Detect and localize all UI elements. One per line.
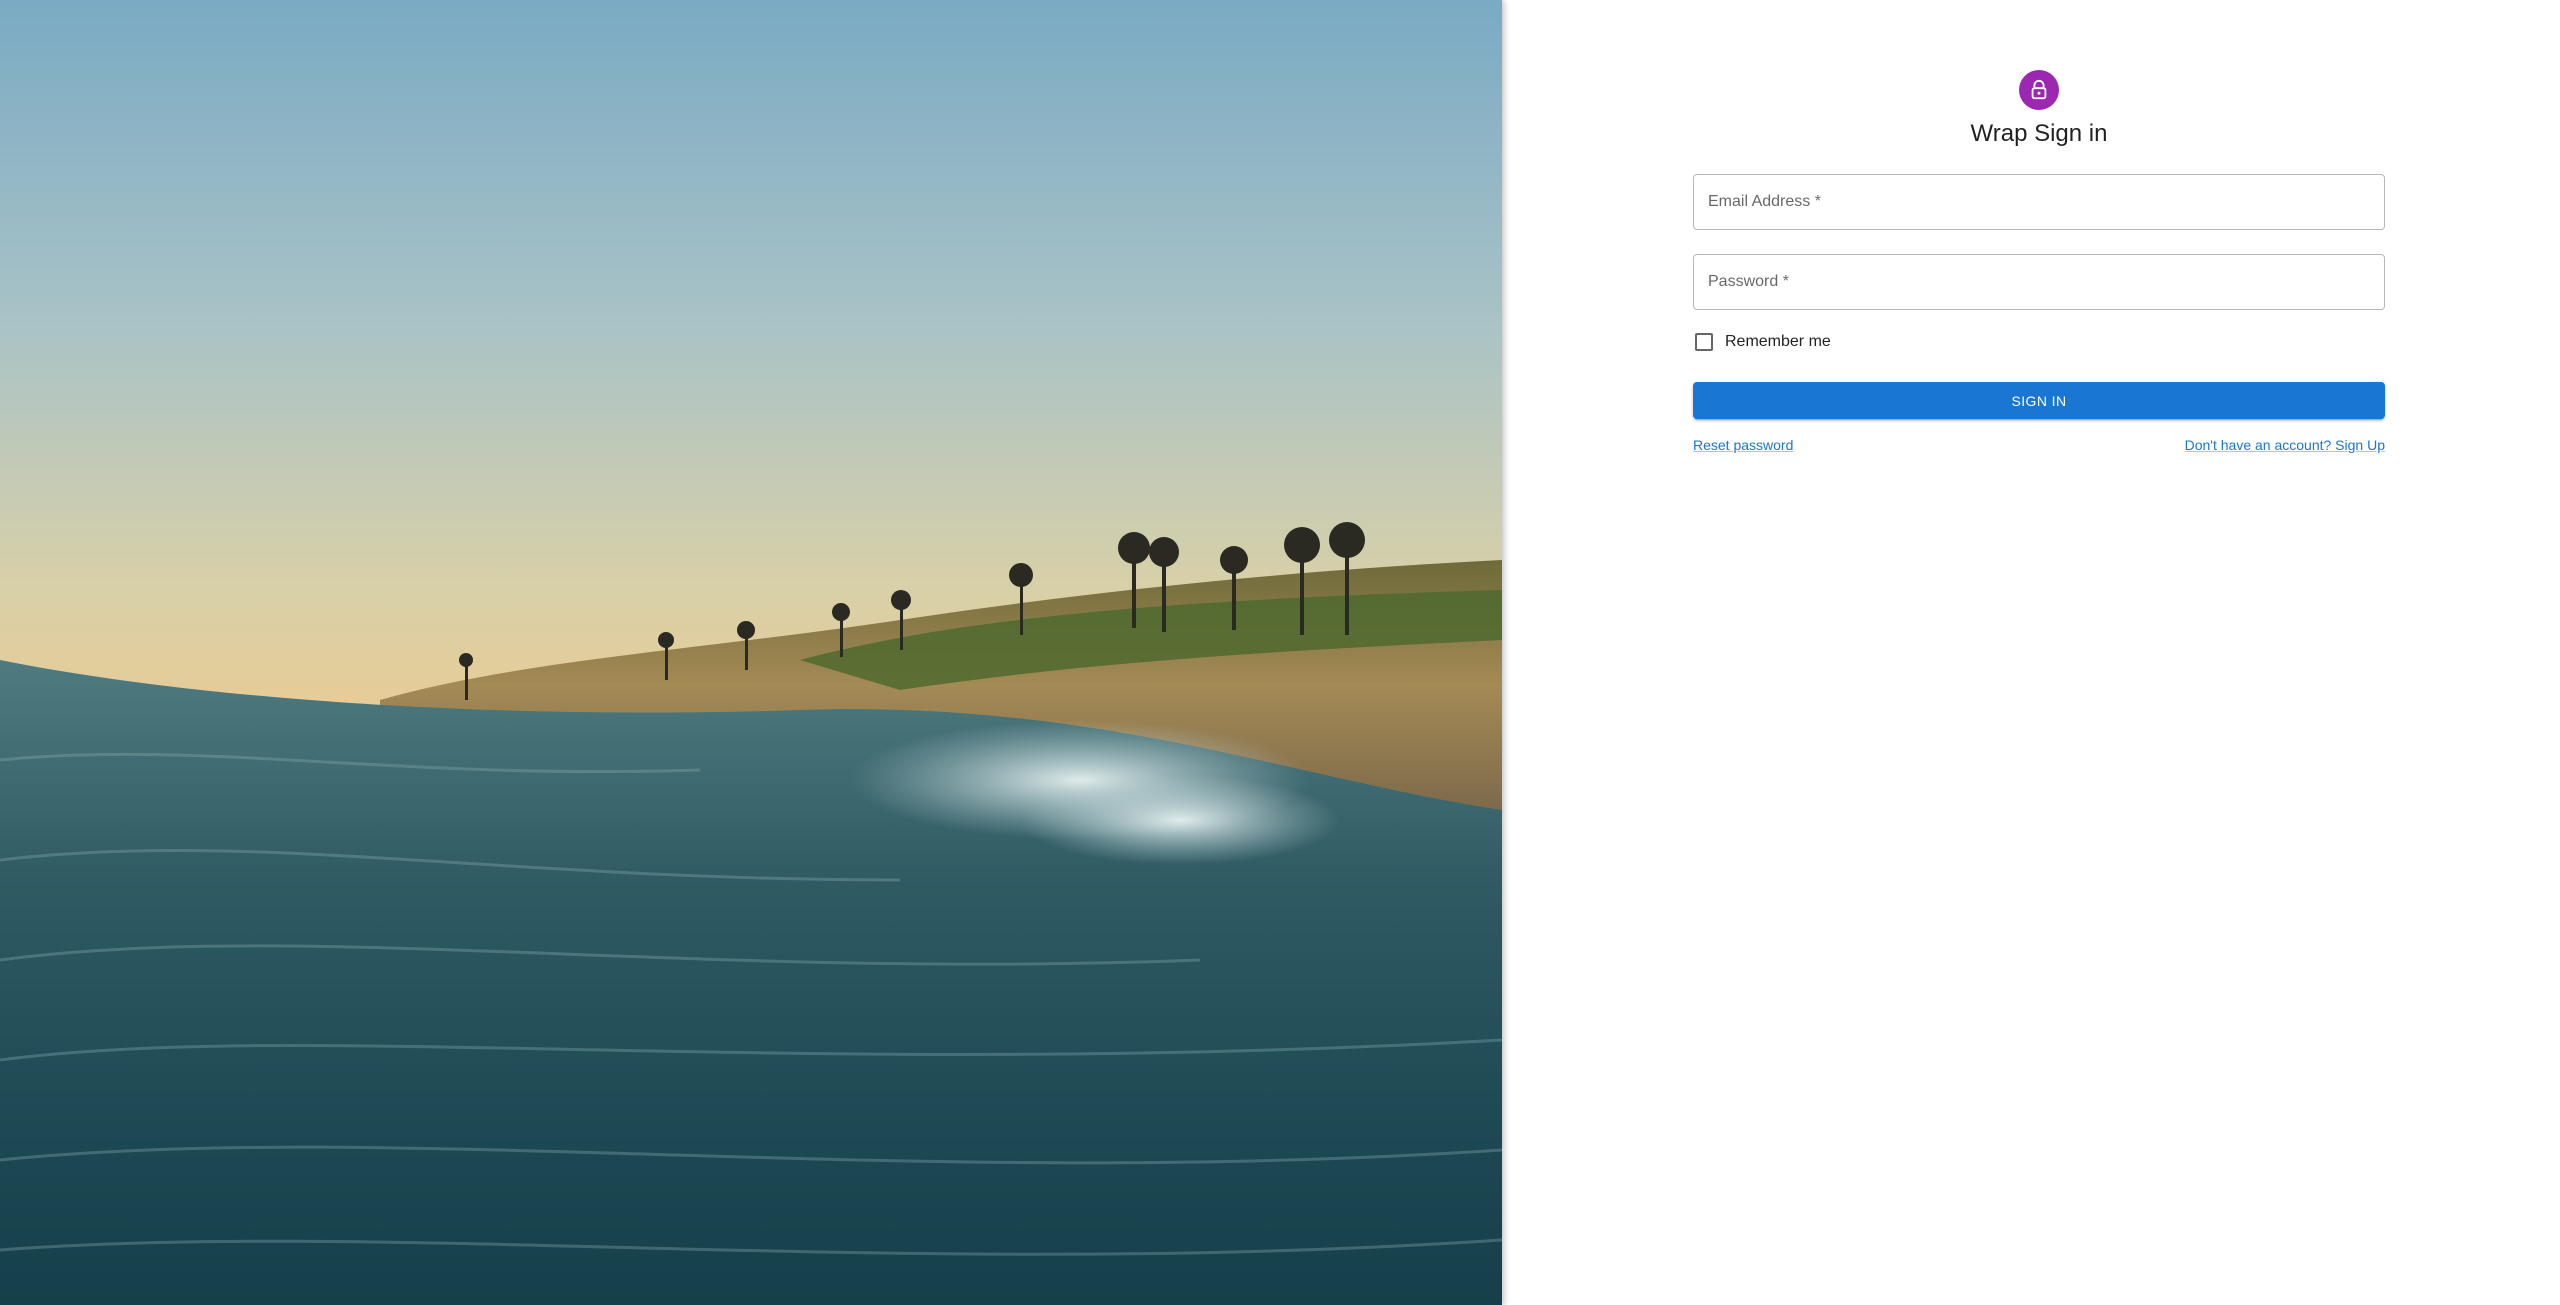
- sign-in-button[interactable]: Sign In: [1693, 382, 2385, 419]
- sign-in-form: Wrap Sign in Email Address * Password * …: [1693, 70, 2385, 453]
- email-input[interactable]: [1694, 175, 2384, 229]
- reset-password-link[interactable]: Reset password: [1693, 437, 1793, 453]
- password-input[interactable]: [1694, 255, 2384, 309]
- remember-me-checkbox[interactable]: [1695, 333, 1713, 351]
- sign-up-link[interactable]: Don't have an account? Sign Up: [2185, 437, 2385, 453]
- remember-me-label: Remember me: [1725, 333, 1831, 350]
- lock-icon: [2031, 79, 2047, 100]
- page-title: Wrap Sign in: [1970, 120, 2108, 147]
- remember-me[interactable]: Remember me: [1693, 330, 2385, 354]
- email-field[interactable]: Email Address *: [1693, 174, 2385, 230]
- sign-in-page: Wrap Sign in Email Address * Password * …: [0, 0, 2560, 1305]
- avatar: [2019, 70, 2059, 110]
- sign-in-panel: Wrap Sign in Email Address * Password * …: [1502, 0, 2560, 1305]
- password-field[interactable]: Password *: [1693, 254, 2385, 310]
- auth-links: Reset password Don't have an account? Si…: [1693, 437, 2385, 453]
- hero-image: [0, 0, 1502, 1305]
- ocean-wave-illustration: [0, 0, 1502, 1305]
